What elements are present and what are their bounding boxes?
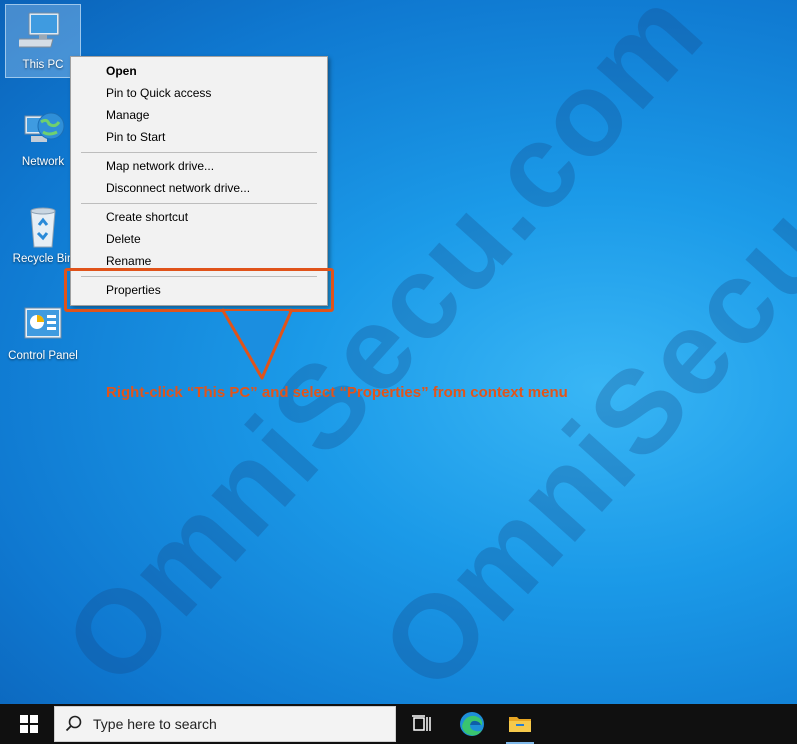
instruction-annotation: Right-click “This PC” and select “Proper… [106, 384, 568, 401]
search-placeholder: Type here to search [93, 716, 217, 732]
edge-icon [460, 712, 484, 736]
taskbar-search-box[interactable]: Type here to search [54, 706, 396, 742]
taskbar: Type here to search [0, 704, 797, 744]
task-view-icon [412, 715, 431, 731]
start-button[interactable] [6, 704, 52, 744]
callout-pointer [220, 308, 294, 380]
desktop[interactable]: OmniSecu.com OmniSecu.com This PC Networ… [0, 0, 797, 704]
windows-start-icon [20, 715, 38, 733]
search-icon [65, 715, 82, 732]
task-view-button[interactable] [398, 704, 446, 744]
file-explorer-icon [509, 717, 531, 732]
edge-button[interactable] [448, 704, 496, 744]
file-explorer-button[interactable] [496, 704, 544, 744]
